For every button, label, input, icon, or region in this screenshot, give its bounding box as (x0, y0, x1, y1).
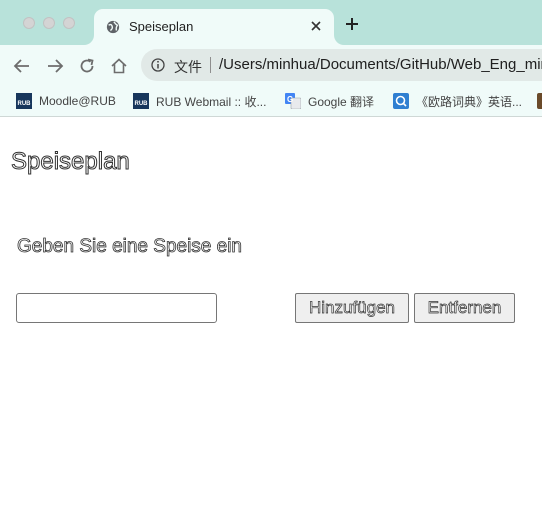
dish-input[interactable] (16, 293, 217, 323)
bookmark-moodle[interactable]: RUB Moodle@RUB (16, 93, 116, 109)
browser-toolbar: 文件 /Users/minhua/Documents/GitHub/Web_En… (0, 45, 542, 85)
rub-icon: RUB (133, 93, 149, 109)
url-scheme-label: 文件 (174, 59, 202, 75)
svg-text:RUB: RUB (135, 101, 149, 107)
add-button[interactable]: Hinzufügen (295, 293, 409, 323)
maximize-window-button[interactable] (63, 17, 75, 29)
home-icon[interactable] (110, 57, 128, 75)
info-icon[interactable] (151, 58, 165, 72)
close-icon[interactable] (308, 18, 324, 34)
back-arrow-icon[interactable] (13, 57, 31, 75)
reload-icon[interactable] (78, 57, 96, 75)
minimize-window-button[interactable] (43, 17, 55, 29)
bookmarks-bar: RUB Moodle@RUB RUB RUB Webmail :: 收... G… (0, 85, 542, 117)
forward-arrow-icon[interactable] (46, 57, 64, 75)
url-separator (210, 57, 211, 73)
page-title: Speiseplan (11, 148, 131, 176)
bookmark-rub-webmail[interactable]: RUB RUB Webmail :: 收... (133, 93, 266, 109)
bookmark-google-translate[interactable]: G Google 翻译 (285, 93, 374, 109)
url-text[interactable]: /Users/minhua/Documents/GitHub/Web_Eng_m… (219, 56, 542, 73)
bookmark-overflow[interactable] (537, 93, 542, 109)
svg-text:RUB: RUB (18, 101, 32, 107)
new-tab-icon[interactable] (345, 17, 359, 31)
remove-button[interactable]: Entfernen (414, 293, 515, 323)
tab-speiseplan[interactable]: Speiseplan (94, 9, 334, 45)
dish-prompt-label: Geben Sie eine Speise ein (17, 236, 243, 258)
translate-icon: G (285, 93, 301, 109)
tab-strip: Speiseplan (0, 0, 542, 45)
svg-text:G: G (287, 95, 293, 104)
dictionary-icon (393, 93, 409, 109)
rub-icon: RUB (16, 93, 32, 109)
tab-title: Speiseplan (129, 19, 194, 34)
address-bar[interactable]: 文件 /Users/minhua/Documents/GitHub/Web_En… (141, 49, 542, 81)
globe-icon (106, 20, 120, 34)
bookmark-eudic[interactable]: 《欧路词典》英语... (393, 93, 522, 109)
close-window-button[interactable] (23, 17, 35, 29)
bookmark-icon (537, 93, 542, 109)
